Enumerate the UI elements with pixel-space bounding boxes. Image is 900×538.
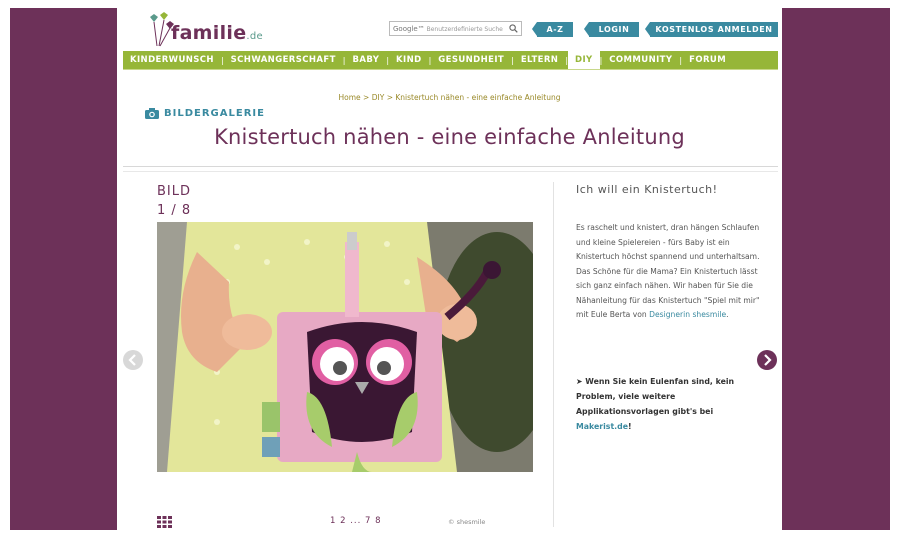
breadcrumb-separator: >	[386, 93, 393, 102]
image-credit: © shesmile	[448, 518, 486, 526]
divider	[123, 171, 778, 172]
pagination[interactable]: 1 2 ... 7 8	[330, 516, 382, 526]
previous-image-button[interactable]	[123, 350, 143, 370]
gallery-label: BILDERGALERIE	[145, 108, 265, 119]
sidebar-title: Ich will ein Knistertuch!	[576, 183, 718, 196]
page-content: familie.de Google™ Benutzerdefinierte Su…	[117, 8, 782, 530]
breadcrumb-diy[interactable]: DIY	[372, 93, 385, 102]
chevron-right-icon	[764, 354, 772, 366]
nav-item-baby[interactable]: BABY	[346, 51, 387, 69]
login-button[interactable]: LOGIN	[584, 22, 639, 37]
makerist-link[interactable]: Makerist.de	[576, 422, 628, 431]
divider	[123, 166, 778, 167]
nav-item-community[interactable]: COMMUNITY	[602, 51, 679, 69]
google-label: Google™	[393, 25, 425, 33]
sidebar-text: Es raschelt und knistert, dran hängen Sc…	[576, 221, 761, 323]
nav-item-forum[interactable]: FORUM	[682, 51, 733, 69]
cta-text: Wenn Sie kein Eulenfan sind, kein Proble…	[576, 377, 735, 416]
image-counter-position: 1 / 8	[157, 203, 192, 218]
sidebar-cta: ➤ Wenn Sie kein Eulenfan sind, kein Prob…	[576, 374, 766, 434]
nav-item-eltern[interactable]: ELTERN	[514, 51, 565, 69]
site-logo[interactable]: familie.de	[145, 12, 265, 50]
page-title: Knistertuch nähen - eine einfache Anleit…	[214, 125, 685, 149]
nav-item-kinderwunsch[interactable]: KINDERWUNSCH	[123, 51, 221, 69]
nav-item-diy[interactable]: DIY	[568, 51, 600, 69]
nav-underline	[123, 69, 778, 76]
main-nav: KINDERWUNSCH | SCHWANGERSCHAFT | BABY | KIN…	[123, 51, 778, 69]
nav-item-gesundheit[interactable]: GESUNDHEIT	[431, 51, 511, 69]
az-button[interactable]: A-Z	[532, 22, 573, 37]
nav-item-kind[interactable]: KIND	[389, 51, 429, 69]
signup-button[interactable]: KOSTENLOS ANMELDEN	[645, 22, 778, 37]
gallery-image[interactable]	[157, 222, 533, 472]
image-counter: BILD 1 / 8	[157, 182, 191, 220]
search-icon[interactable]	[509, 24, 518, 33]
search-input[interactable]: Google™ Benutzerdefinierte Suche	[389, 21, 522, 36]
sidebar-body: Es raschelt und knistert, dran hängen Sc…	[576, 223, 760, 319]
nav-item-schwangerschaft[interactable]: SCHWANGERSCHAFT	[224, 51, 343, 69]
column-divider	[553, 182, 554, 527]
gallery-label-text: BILDERGALERIE	[164, 108, 265, 119]
image-counter-label: BILD	[157, 184, 192, 199]
camera-icon	[145, 108, 159, 119]
sidebar-body-end: .	[726, 310, 729, 319]
cta-end: !	[628, 422, 632, 431]
chevron-left-icon	[128, 354, 136, 366]
grid-view-icon[interactable]	[157, 516, 172, 528]
breadcrumb-current: Knistertuch nähen - eine einfache Anleit…	[395, 93, 561, 102]
search-placeholder: Benutzerdefinierte Suche	[426, 26, 503, 33]
breadcrumb: Home > DIY > Knistertuch nähen - eine ei…	[117, 93, 782, 102]
designer-link[interactable]: Designerin shesmile	[649, 310, 726, 319]
logo-text: familie.de	[171, 22, 264, 44]
breadcrumb-home[interactable]: Home	[339, 93, 361, 102]
breadcrumb-separator: >	[363, 93, 370, 102]
owl-crinkle-toy-photo	[157, 222, 533, 472]
next-image-button[interactable]	[757, 350, 777, 370]
